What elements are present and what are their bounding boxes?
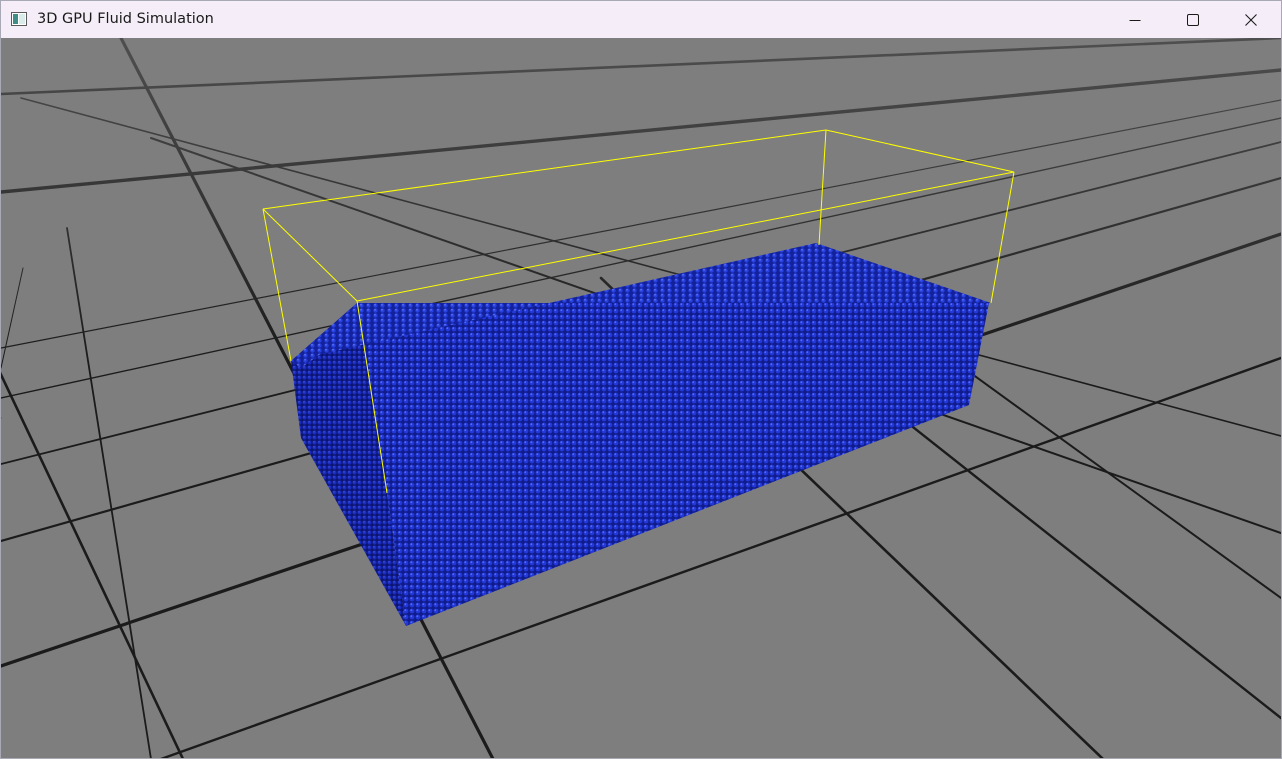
minimize-button[interactable] bbox=[1106, 1, 1164, 38]
title-bar[interactable]: 3D GPU Fluid Simulation bbox=[1, 1, 1281, 38]
maximize-icon bbox=[1187, 13, 1199, 26]
app-window: 3D GPU Fluid Simulation bbox=[0, 0, 1282, 759]
close-icon bbox=[1245, 13, 1257, 26]
minimize-icon bbox=[1129, 19, 1141, 21]
maximize-button[interactable] bbox=[1164, 1, 1222, 38]
fluid-scene bbox=[1, 38, 1281, 758]
simulation-viewport[interactable] bbox=[1, 38, 1281, 758]
app-window-icon bbox=[11, 12, 27, 26]
window-title: 3D GPU Fluid Simulation bbox=[37, 11, 214, 27]
close-button[interactable] bbox=[1222, 1, 1280, 38]
